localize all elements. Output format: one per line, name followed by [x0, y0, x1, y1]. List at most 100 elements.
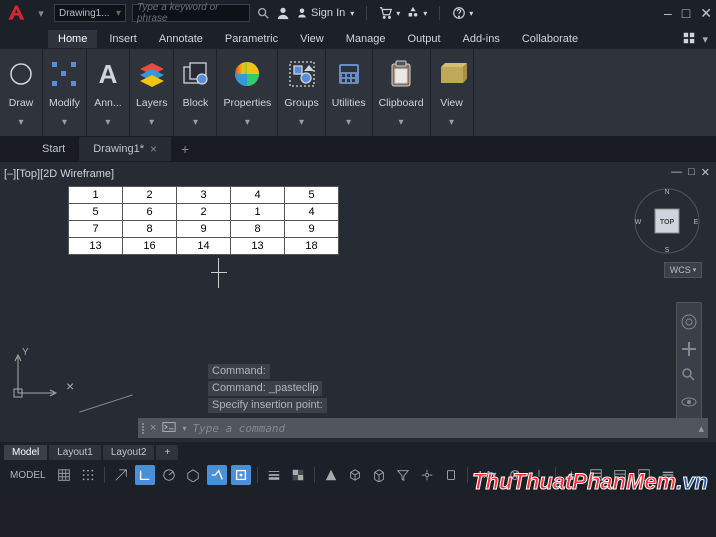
- command-line[interactable]: × ▾ Type a command ▴: [138, 418, 708, 438]
- new-tab-button[interactable]: +: [171, 136, 199, 162]
- close-button[interactable]: ✕: [700, 5, 712, 22]
- annotation-visibility[interactable]: [441, 465, 461, 485]
- otrack-toggle[interactable]: [231, 465, 251, 485]
- tab-collaborate[interactable]: Collaborate: [512, 30, 588, 48]
- isolate-objects[interactable]: [634, 465, 654, 485]
- pasted-table[interactable]: 1234556214789891316141318: [68, 186, 339, 255]
- table-cell[interactable]: 8: [231, 221, 285, 238]
- drawing-name-dropdown[interactable]: Drawing1... ▾: [54, 4, 126, 22]
- panel-ann[interactable]: AAnn...▾: [87, 49, 130, 136]
- command-input[interactable]: Type a command: [192, 422, 692, 435]
- minimize-button[interactable]: –: [664, 5, 672, 22]
- lineweight-toggle[interactable]: [264, 465, 284, 485]
- annotation-monitor[interactable]: [529, 465, 549, 485]
- help-icon[interactable]: ▾: [452, 6, 473, 20]
- table-cell[interactable]: 14: [177, 238, 231, 255]
- table-cell[interactable]: 1: [231, 204, 285, 221]
- table-cell[interactable]: 13: [69, 238, 123, 255]
- table-cell[interactable]: 4: [231, 187, 285, 204]
- tab-insert[interactable]: Insert: [99, 30, 147, 48]
- panel-clipboard[interactable]: Clipboard▾: [373, 49, 431, 136]
- grid-toggle[interactable]: [54, 465, 74, 485]
- table-cell[interactable]: 8: [123, 221, 177, 238]
- table-cell[interactable]: 7: [69, 221, 123, 238]
- layout-1[interactable]: Layout1: [49, 445, 101, 460]
- tab-parametric[interactable]: Parametric: [215, 30, 288, 48]
- table-cell[interactable]: 13: [231, 238, 285, 255]
- table-cell[interactable]: 5: [69, 204, 123, 221]
- snap-toggle[interactable]: [78, 465, 98, 485]
- table-cell[interactable]: 6: [123, 204, 177, 221]
- transparency-toggle[interactable]: [288, 465, 308, 485]
- table-cell[interactable]: 18: [285, 238, 339, 255]
- tab-addins[interactable]: Add-ins: [453, 30, 510, 48]
- polar-toggle[interactable]: [159, 465, 179, 485]
- isodraft-toggle[interactable]: [183, 465, 203, 485]
- dynamic-ucs[interactable]: [369, 465, 389, 485]
- table-cell[interactable]: 4: [285, 204, 339, 221]
- qat-dropdown-icon[interactable]: ▾: [34, 6, 48, 20]
- vp-minimize-icon[interactable]: —: [671, 166, 682, 179]
- units-toggle[interactable]: +: [562, 465, 582, 485]
- cmdline-up-icon[interactable]: ▴: [698, 422, 704, 435]
- cmdline-close-icon[interactable]: ×: [150, 422, 156, 434]
- quick-properties[interactable]: [586, 465, 606, 485]
- pan-icon[interactable]: [680, 340, 698, 358]
- orbit-icon[interactable]: [680, 393, 698, 411]
- customization[interactable]: [658, 465, 678, 485]
- selection-cycling[interactable]: [321, 465, 341, 485]
- doctab-start[interactable]: Start: [28, 138, 79, 160]
- panel-block[interactable]: Block▾: [174, 49, 217, 136]
- infer-constraints[interactable]: [111, 465, 131, 485]
- panel-draw[interactable]: Draw▾: [0, 49, 43, 136]
- layout-2[interactable]: Layout2: [103, 445, 155, 460]
- ribbon-options-icon[interactable]: ▾: [702, 33, 708, 46]
- panel-properties[interactable]: Properties▾: [217, 49, 278, 136]
- vp-restore-icon[interactable]: □: [688, 166, 695, 179]
- navigation-bar[interactable]: [676, 302, 702, 422]
- wcs-dropdown[interactable]: WCS ▾: [664, 262, 702, 278]
- table-cell[interactable]: 9: [285, 221, 339, 238]
- featured-apps-icon[interactable]: [682, 31, 696, 48]
- osnap-toggle[interactable]: [207, 465, 227, 485]
- vp-close-icon[interactable]: ✕: [701, 166, 710, 179]
- search-icon[interactable]: [256, 6, 270, 20]
- close-tab-icon[interactable]: ×: [150, 142, 157, 156]
- annotation-scale[interactable]: 1:1 ▾: [474, 465, 501, 485]
- wheel-icon[interactable]: [680, 313, 698, 331]
- panel-layers[interactable]: Layers▾: [130, 49, 175, 136]
- table-cell[interactable]: 2: [123, 187, 177, 204]
- maximize-button[interactable]: □: [682, 5, 690, 22]
- account-menu[interactable]: [276, 6, 290, 20]
- panel-view[interactable]: View▾: [431, 49, 474, 136]
- panel-modify[interactable]: Modify▾: [43, 49, 87, 136]
- table-cell[interactable]: 16: [123, 238, 177, 255]
- table-cell[interactable]: 9: [177, 221, 231, 238]
- panel-utilities[interactable]: Utilities▾: [326, 49, 373, 136]
- app-menu-icon[interactable]: ▾: [406, 6, 427, 20]
- layout-add[interactable]: +: [156, 445, 178, 460]
- search-input[interactable]: Type a keyword or phrase: [132, 4, 250, 22]
- viewport-label[interactable]: [–][Top][2D Wireframe]: [4, 168, 114, 180]
- table-cell[interactable]: 5: [285, 187, 339, 204]
- table-cell[interactable]: 2: [177, 204, 231, 221]
- model-space-button[interactable]: MODEL: [6, 465, 50, 485]
- panel-groups[interactable]: Groups▾: [278, 49, 325, 136]
- ortho-toggle[interactable]: [135, 465, 155, 485]
- table-cell[interactable]: 3: [177, 187, 231, 204]
- lock-ui[interactable]: [610, 465, 630, 485]
- tab-annotate[interactable]: Annotate: [149, 30, 213, 48]
- viewport[interactable]: [–][Top][2D Wireframe] — □ ✕ 12345562147…: [0, 162, 716, 442]
- table-cell[interactable]: 1: [69, 187, 123, 204]
- 3dosnap-toggle[interactable]: [345, 465, 365, 485]
- sign-in-button[interactable]: Sign In▾: [296, 7, 354, 19]
- layout-model[interactable]: Model: [4, 445, 47, 460]
- tab-output[interactable]: Output: [398, 30, 451, 48]
- view-cube[interactable]: N E S W TOP: [632, 186, 702, 256]
- app-logo[interactable]: [4, 2, 28, 24]
- doctab-drawing1[interactable]: Drawing1*×: [79, 137, 171, 161]
- workspace-switch[interactable]: [505, 465, 525, 485]
- tab-home[interactable]: Home: [48, 30, 97, 48]
- selection-filter[interactable]: [393, 465, 413, 485]
- tab-view[interactable]: View: [290, 30, 334, 48]
